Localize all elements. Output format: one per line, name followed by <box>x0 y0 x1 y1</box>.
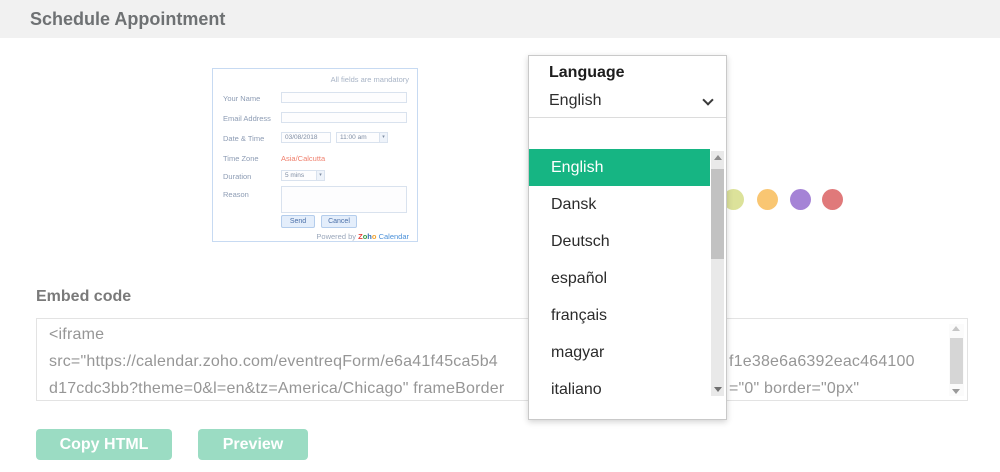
embed-code-text: <iframe src="https://calendar.zoho.com/e… <box>49 321 943 402</box>
timezone-label: Time Zone <box>223 154 259 163</box>
language-option-espanol[interactable]: español <box>529 260 710 297</box>
name-input[interactable] <box>281 92 407 103</box>
code-line-2: src="https://calendar.zoho.com/eventreqF… <box>49 353 498 370</box>
send-button[interactable]: Send <box>281 215 315 228</box>
scroll-down-icon[interactable] <box>952 389 960 394</box>
page-header: Schedule Appointment <box>0 0 1000 38</box>
language-label: Language <box>549 64 625 81</box>
language-selected-value: English <box>549 92 602 109</box>
reason-label: Reason <box>223 190 249 199</box>
textarea-scrollbar[interactable] <box>949 324 964 396</box>
chevron-down-icon <box>702 94 714 106</box>
duration-value: 5 mins <box>285 172 305 179</box>
email-input[interactable] <box>281 112 407 123</box>
brand-suffix: Calendar <box>378 232 409 241</box>
reason-textarea[interactable] <box>281 186 407 213</box>
name-label: Your Name <box>223 94 261 103</box>
zoho-logo: Zoho <box>358 232 376 241</box>
language-option-deutsch[interactable]: Deutsch <box>529 223 710 260</box>
schedule-appointment-page: Schedule Appointment All fields are mand… <box>0 0 1000 472</box>
code-line-2-tail: f1e38e6a6392eac464100 <box>729 353 915 370</box>
duration-dropdown-icon[interactable]: ▾ <box>316 171 324 180</box>
embed-code-label: Embed code <box>36 288 132 305</box>
scroll-up-icon[interactable] <box>952 326 960 331</box>
timezone-value: Asia/Calcutta <box>281 154 326 163</box>
time-dropdown-icon[interactable]: ▾ <box>379 133 387 142</box>
scrollbar-thumb[interactable] <box>711 169 724 259</box>
language-option-english[interactable]: English <box>529 149 710 186</box>
code-line-3-tail: ="0" border="0px" <box>729 380 860 397</box>
theme-dot-red[interactable] <box>822 189 843 210</box>
time-value: 11:00 am <box>340 134 367 141</box>
scroll-down-icon[interactable] <box>714 387 722 392</box>
language-option-magyar[interactable]: magyar <box>529 334 710 371</box>
appointment-form-preview: All fields are mandatory Your Name Email… <box>212 68 418 242</box>
powered-by-text: Powered by <box>316 232 356 241</box>
language-dropdown-panel: Language English English Dansk Deutsch e… <box>528 55 727 420</box>
language-select[interactable]: English <box>529 90 726 117</box>
preview-button[interactable]: Preview <box>198 429 308 460</box>
options-scrollbar[interactable] <box>711 151 724 396</box>
theme-dot-purple[interactable] <box>790 189 811 210</box>
email-label: Email Address <box>223 114 271 123</box>
divider <box>529 117 726 118</box>
datetime-label: Date & Time <box>223 134 265 143</box>
page-title: Schedule Appointment <box>30 9 226 29</box>
zoho-letter: o <box>371 232 377 241</box>
language-option-italiano[interactable]: italiano <box>529 371 710 408</box>
scroll-up-icon[interactable] <box>714 155 722 160</box>
cancel-button[interactable]: Cancel <box>321 215 357 228</box>
duration-select[interactable]: 5 mins ▾ <box>281 170 325 181</box>
language-options-list: English Dansk Deutsch español français m… <box>529 149 726 408</box>
code-line-3: d17cdc3bb?theme=0&l=en&tz=America/Chicag… <box>49 380 505 397</box>
language-option-francais[interactable]: français <box>529 297 710 334</box>
theme-dot-orange[interactable] <box>757 189 778 210</box>
embed-code-textarea[interactable]: <iframe src="https://calendar.zoho.com/e… <box>36 318 968 401</box>
scrollbar-thumb[interactable] <box>950 338 963 384</box>
time-select[interactable]: 11:00 am ▾ <box>336 132 388 143</box>
duration-label: Duration <box>223 172 252 181</box>
date-input[interactable]: 03/08/2018 <box>281 132 331 143</box>
copy-html-button[interactable]: Copy HTML <box>36 429 172 460</box>
mandatory-note: All fields are mandatory <box>330 75 409 84</box>
language-option-dansk[interactable]: Dansk <box>529 186 710 223</box>
code-line-1: <iframe <box>49 326 105 343</box>
powered-by: Powered by Zoho Calendar <box>316 232 409 241</box>
